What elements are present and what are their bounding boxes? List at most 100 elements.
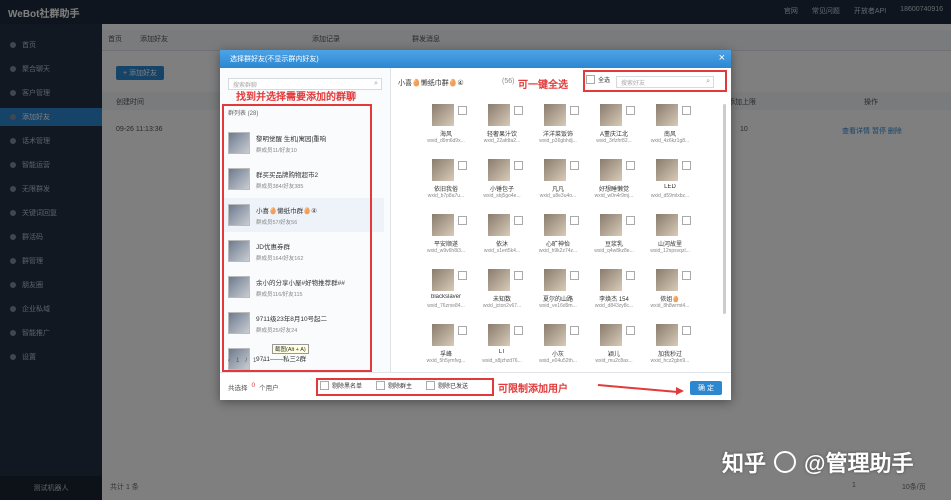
chosen-count: 0 [251, 382, 256, 389]
member-checkbox[interactable] [458, 326, 467, 335]
member-checkbox[interactable] [570, 161, 579, 170]
member-card[interactable]: 夏尔的山路 wxid_ve16d9m... [532, 269, 584, 319]
member-card[interactable]: blackslaver wxid_76zrxe84... [420, 269, 472, 319]
member-card[interactable]: 侬姐🥚 wxid_8h8wrmt4... [644, 269, 696, 319]
member-checkbox[interactable] [514, 106, 523, 115]
member-checkbox[interactable] [514, 216, 523, 225]
avatar [432, 104, 454, 126]
chosen-label: 共选择 [228, 385, 248, 392]
member-wxid: wxid_u8e3u4o... [539, 193, 577, 199]
member-name: 依旧我俗 [433, 187, 458, 193]
search-icon[interactable]: ⌕ [374, 80, 378, 88]
member-checkbox[interactable] [458, 106, 467, 115]
avatar [432, 159, 454, 181]
member-card[interactable]: 未知数 wxid_jcton2v67... [476, 269, 528, 319]
member-name: 平安顺遂 [433, 242, 458, 248]
watermark-brand: 知乎 [722, 451, 767, 476]
member-name: 心旷神怡 [545, 242, 570, 248]
member-card[interactable]: 加我秒过 wxid_hcz2gbn9... [644, 324, 696, 374]
member-name: 李焕杰 154 [599, 297, 629, 303]
member-checkbox[interactable] [458, 271, 467, 280]
group-hint-annotation: 找到并选择需要添加的群聊 [236, 92, 356, 103]
member-checkbox[interactable] [682, 161, 691, 170]
member-checkbox[interactable] [626, 106, 635, 115]
member-checkbox[interactable] [682, 216, 691, 225]
member-wxid: wxid_5h5ymfvg... [426, 358, 466, 364]
member-name: A董庆江北 [599, 132, 628, 138]
member-card[interactable]: 李焕杰 154 wxid_d843zy8c... [588, 269, 640, 319]
avatar [432, 269, 454, 291]
member-checkbox[interactable] [626, 271, 635, 280]
member-card[interactable]: LED wxid_d59mlxbz... [644, 159, 696, 209]
member-card[interactable]: 颖儿 wxid_mu2c8ax... [588, 324, 640, 374]
member-checkbox[interactable] [570, 106, 579, 115]
member-checkbox[interactable] [514, 271, 523, 280]
member-card[interactable]: 平安顺遂 wxid_w9v6h8i3... [420, 214, 472, 264]
avatar [488, 159, 510, 181]
member-card[interactable]: 依沐 wxid_s1ert5k4... [476, 214, 528, 264]
member-name: 凡凡 [551, 187, 564, 193]
member-card[interactable]: 依旧我俗 wxid_b7p8a7u... [420, 159, 472, 209]
member-name: 小锤包子 [489, 187, 514, 193]
member-card[interactable]: 心旷神怡 wxid_h9k2z74z... [532, 214, 584, 264]
member-card[interactable]: 凡凡 wxid_u8e3u4o... [532, 159, 584, 209]
member-name: 颖儿 [607, 352, 620, 358]
dialog-title: 选择群好友(不显示群内好友) [230, 56, 319, 63]
member-checkbox[interactable] [682, 326, 691, 335]
chosen-unit: 个用户 [259, 385, 279, 392]
member-checkbox[interactable] [626, 161, 635, 170]
member-checkbox[interactable] [458, 161, 467, 170]
limit-annotation: 可限制添加用户 [498, 384, 568, 395]
zhihu-account-icon [774, 451, 797, 473]
member-checkbox[interactable] [514, 161, 523, 170]
member-checkbox[interactable] [626, 216, 635, 225]
member-wxid: wxid_ve16d9m... [539, 303, 577, 309]
close-icon[interactable]: × [719, 52, 725, 64]
member-checkbox[interactable] [458, 216, 467, 225]
member-card[interactable]: 轻奢果汁饮 wxid_22afdta2... [476, 104, 528, 154]
member-wxid: wxid_h9k2z74z... [538, 248, 578, 254]
member-card[interactable]: 山河故里 wxid_12npsvqzl... [644, 214, 696, 264]
member-wxid: wxid_22afdta2... [483, 138, 521, 144]
member-card[interactable]: A董庆江北 wxid_3rfzfrr82... [588, 104, 640, 154]
member-card[interactable]: 孚峰 wxid_5h5ymfvg... [420, 324, 472, 374]
member-wxid: wxid_76zrxe84... [427, 303, 465, 309]
member-scrollbar[interactable] [723, 104, 726, 314]
avatar [544, 104, 566, 126]
member-card[interactable]: 南风 wxid_4z6kz1g8... [644, 104, 696, 154]
member-card[interactable]: 豆浆乳 wxid_q4w8kz8e... [588, 214, 640, 264]
avatar [488, 104, 510, 126]
confirm-button[interactable]: 确 定 [690, 381, 722, 395]
member-checkbox[interactable] [570, 326, 579, 335]
member-name: LED [664, 184, 676, 190]
member-checkbox[interactable] [682, 106, 691, 115]
member-checkbox[interactable] [570, 216, 579, 225]
member-wxid: wxid_w0n4r9mj... [594, 193, 634, 199]
avatar [656, 104, 678, 126]
member-wxid: wxid_e04u52th... [539, 358, 577, 364]
member-checkbox[interactable] [514, 326, 523, 335]
member-wxid: wxid_d843zy8c... [594, 303, 634, 309]
member-wxid: wxid_s1ert5k4... [483, 248, 521, 254]
member-name: 小灰 [551, 352, 564, 358]
member-checkbox[interactable] [626, 326, 635, 335]
member-card[interactable]: 小灰 wxid_e04u52th... [532, 324, 584, 374]
member-pane: 小喜🥚懒纸巾群🥚④ (56) 全选 搜索好友 ⌕ 海风 wxid_d9m6d9x.… [390, 68, 731, 372]
member-wxid: wxid_mu2c8ax... [595, 358, 633, 364]
member-card[interactable]: 海风 wxid_d9m6d9x... [420, 104, 472, 154]
member-wxid: wxid_3rfzfrr82... [596, 138, 632, 144]
member-checkbox[interactable] [682, 271, 691, 280]
member-wxid: wxid_8h8wrmt4... [650, 303, 690, 309]
member-wxid: wxid_w9v6h8i3... [426, 248, 466, 254]
avatar [432, 214, 454, 236]
member-card[interactable]: 小锤包子 wxid_sbj5go4e... [476, 159, 528, 209]
member-card[interactable]: LT wxid_s8jzhzd76... [476, 324, 528, 374]
chosen-summary: 共选择 0 个用户 [228, 382, 279, 392]
member-name: 山河故里 [657, 242, 682, 248]
member-card[interactable]: 好想睡懒觉 wxid_w0n4r9mj... [588, 159, 640, 209]
avatar [432, 324, 454, 346]
member-checkbox[interactable] [570, 271, 579, 280]
member-card[interactable]: 洋洋菜饭饰 wxid_p36gbhdj... [532, 104, 584, 154]
member-count: (56) [502, 78, 515, 85]
member-wxid: wxid_b7p8a7u... [427, 193, 465, 199]
